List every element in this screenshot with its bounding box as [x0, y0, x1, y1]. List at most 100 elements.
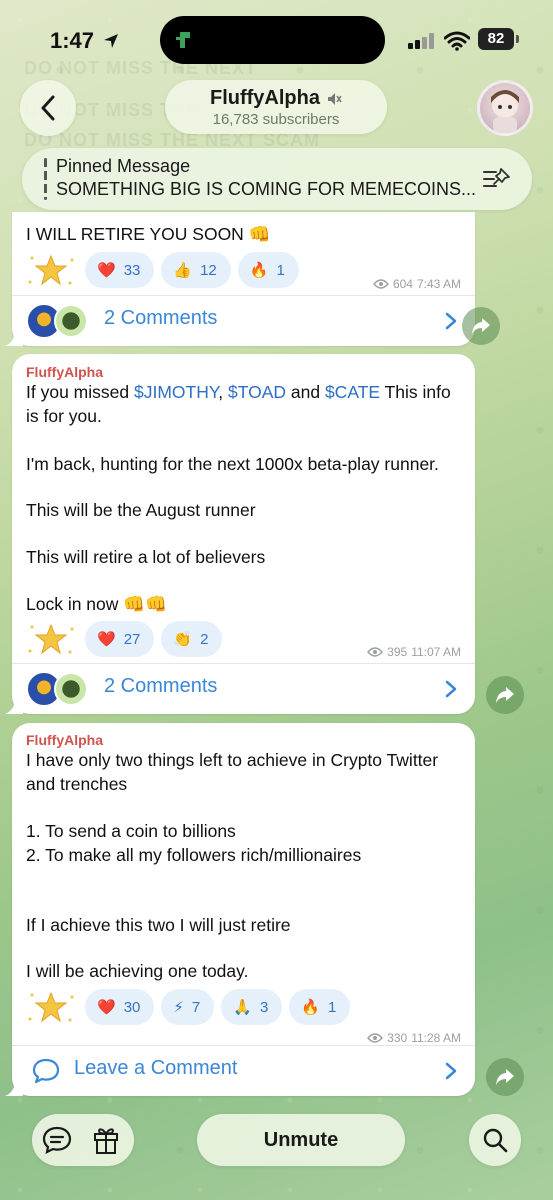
- reaction-count: 7: [191, 998, 201, 1016]
- channel-name: FluffyAlpha: [210, 87, 320, 109]
- pinned-title: Pinned Message: [56, 156, 191, 176]
- reaction-count: 1: [276, 261, 285, 279]
- reaction-chip[interactable]: ⚡ 7: [161, 989, 215, 1025]
- back-button[interactable]: [20, 80, 76, 136]
- share-button[interactable]: [486, 676, 524, 714]
- reaction-chip[interactable]: 👍 12: [161, 252, 231, 288]
- view-count: 330: [387, 1031, 408, 1045]
- comments-label: Leave a Comment: [74, 1057, 238, 1079]
- subscriber-count: 16,783 subscribers: [212, 111, 340, 128]
- message-meta: 330 11:28 AM: [367, 1031, 461, 1045]
- channel-avatar[interactable]: [477, 80, 533, 136]
- reaction-count: 27: [123, 630, 141, 648]
- message-text: and trenches: [26, 774, 128, 794]
- reactions-row: ❤️ 30 ⚡ 7 🙏 3 🔥 1: [24, 989, 351, 1025]
- dino-icon: [176, 32, 190, 48]
- reactions-row: ❤️ 33 👍 12 🔥 1: [24, 252, 299, 288]
- reaction-chip[interactable]: 👏 2: [161, 621, 223, 657]
- comments-button[interactable]: 2 Comments: [12, 296, 475, 346]
- search-button[interactable]: [469, 1114, 521, 1166]
- star-reaction[interactable]: [24, 989, 78, 1025]
- star-reaction[interactable]: [24, 621, 78, 657]
- heart-icon: ❤️: [97, 631, 116, 648]
- message-time: 11:28 AM: [411, 1031, 461, 1045]
- message-text: This will retire a lot of believers: [26, 547, 266, 567]
- location-arrow-icon: [104, 34, 118, 48]
- chevron-left-icon: [41, 95, 55, 121]
- comments-button[interactable]: 2 Comments: [12, 664, 475, 714]
- share-icon: [496, 1069, 514, 1085]
- reaction-chip[interactable]: 🙏 3: [221, 989, 283, 1025]
- ticker-link[interactable]: $JIMOTHY: [134, 382, 218, 402]
- fire-icon: 🔥: [249, 262, 269, 279]
- star-icon: [28, 254, 74, 286]
- commenter-avatar: [54, 304, 88, 338]
- reaction-chip[interactable]: ❤️ 33: [85, 252, 155, 288]
- reaction-chip[interactable]: ❤️ 30: [85, 989, 155, 1025]
- pinned-indicator: [44, 158, 47, 200]
- star-reaction[interactable]: [24, 252, 78, 288]
- reaction-count: 30: [123, 998, 141, 1016]
- channel-post[interactable]: FluffyAlpha I have only two things left …: [5, 723, 475, 1096]
- star-icon: [28, 623, 74, 655]
- bubble-tail: [5, 698, 23, 714]
- clap-icon: 👏: [173, 631, 193, 648]
- thumbs-up-icon: 👍: [173, 262, 193, 279]
- message-text: Lock in now 👊👊: [26, 594, 167, 614]
- chevron-right-icon: [445, 680, 457, 698]
- channel-title[interactable]: FluffyAlpha 16,783 subscribers: [165, 80, 387, 134]
- discussion-icon[interactable]: [42, 1126, 72, 1154]
- chevron-right-icon: [445, 1062, 457, 1080]
- leave-comment-button[interactable]: Leave a Comment: [12, 1046, 475, 1096]
- view-count: 604: [392, 277, 413, 291]
- share-button[interactable]: [462, 307, 500, 345]
- message-text: 1. To send a coin to billions: [26, 821, 236, 841]
- message-text: If you missed $JIMOTHY, $TOAD and $CATE …: [26, 382, 451, 403]
- text-segment: and: [286, 382, 325, 402]
- bottom-actions: [32, 1114, 134, 1166]
- commenter-avatar: [54, 672, 88, 706]
- pinned-list-icon[interactable]: [482, 166, 512, 192]
- message-time: 7:43 AM: [416, 277, 461, 291]
- unmute-button[interactable]: Unmute: [197, 1114, 405, 1166]
- text-segment: This info: [380, 382, 451, 402]
- ticker-link[interactable]: $TOAD: [228, 382, 286, 402]
- message-text: I WILL RETIRE YOU SOON 👊: [26, 224, 271, 244]
- lightning-icon: ⚡: [173, 999, 184, 1016]
- share-button[interactable]: [486, 1058, 524, 1096]
- message-text: If I achieve this two I will just retire: [26, 915, 291, 935]
- eye-icon: [373, 279, 389, 289]
- message-meta: 395 11:07 AM: [367, 645, 461, 659]
- dynamic-island: [160, 16, 385, 64]
- sender-name: FluffyAlpha: [26, 732, 103, 748]
- message-text: is for you.: [26, 406, 102, 426]
- search-icon: [483, 1128, 508, 1153]
- pinned-text: SOMETHING BIG IS COMING FOR MEMECOINS...: [56, 179, 477, 199]
- view-count: 395: [387, 645, 408, 659]
- reaction-chip[interactable]: ❤️ 27: [85, 621, 155, 657]
- ticker-link[interactable]: $CATE: [325, 382, 380, 402]
- text-segment: ,: [218, 382, 228, 402]
- reactions-row: ❤️ 27 👏 2: [24, 621, 223, 657]
- channel-post[interactable]: FluffyAlpha If you missed $JIMOTHY, $TOA…: [5, 354, 475, 714]
- message-text: I have only two things left to achieve i…: [26, 750, 439, 770]
- wifi-icon: [444, 31, 470, 51]
- share-icon: [496, 687, 514, 703]
- message-meta: 604 7:43 AM: [373, 277, 461, 291]
- sender-name: FluffyAlpha: [26, 364, 103, 380]
- heart-icon: ❤️: [97, 999, 116, 1016]
- clock: 1:47: [50, 28, 95, 53]
- gift-icon[interactable]: [92, 1125, 120, 1155]
- channel-post[interactable]: I WILL RETIRE YOU SOON 👊 ❤️ 33 👍 12 🔥 1 604…: [5, 212, 475, 346]
- reaction-chip[interactable]: 🔥 1: [289, 989, 351, 1025]
- text-segment: If you missed: [26, 382, 134, 402]
- cellular-signal-icon: [408, 33, 434, 49]
- reaction-chip[interactable]: 🔥 1: [237, 252, 299, 288]
- reaction-count: 33: [123, 261, 141, 279]
- fire-icon: 🔥: [301, 999, 320, 1016]
- message-text: This will be the August runner: [26, 500, 256, 520]
- pinned-message-bar[interactable]: Pinned Message SOMETHING BIG IS COMING F…: [22, 148, 532, 210]
- comment-bubble-icon: [32, 1058, 60, 1084]
- battery-tip: [516, 35, 519, 43]
- bubble-tail: [5, 1080, 23, 1096]
